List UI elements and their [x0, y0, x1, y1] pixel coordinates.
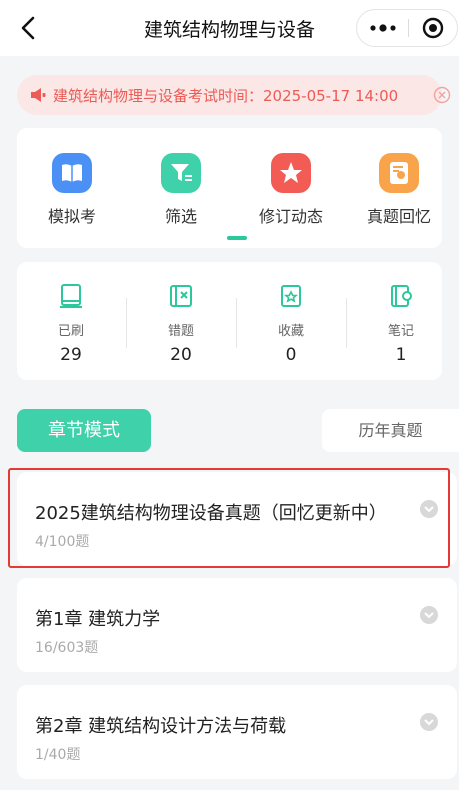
stat-value: 20: [170, 345, 192, 365]
chapter-progress: 16/603题: [35, 640, 99, 656]
feature-label: 模拟考: [47, 207, 96, 226]
tab-chapter-mode[interactable]: 章节模式: [17, 409, 151, 452]
feature-label: 真题回忆: [366, 207, 431, 226]
chapter-progress: 1/40题: [35, 747, 81, 763]
stat-label: 错题: [167, 324, 194, 339]
divider: [346, 298, 347, 348]
close-target-icon[interactable]: [409, 10, 457, 46]
stat-notes[interactable]: 笔记 1: [361, 282, 441, 365]
page-indicator: [227, 236, 247, 240]
book-icon: [52, 153, 92, 193]
exam-notice-bar[interactable]: 建筑结构物理与设备考试时间：2025-05-17 14:00: [17, 75, 451, 115]
stat-collect[interactable]: 收藏 0: [251, 282, 331, 365]
stat-value: 1: [395, 345, 407, 365]
note-icon: [391, 285, 412, 307]
feature-label: 修订动态: [258, 207, 323, 226]
highlight-box: [8, 468, 450, 568]
stat-label: 笔记: [387, 324, 414, 339]
stat-label: 收藏: [277, 324, 304, 339]
filter-icon: [161, 153, 201, 193]
tab-past-exams[interactable]: 历年真题: [322, 409, 459, 452]
notice-text: 建筑结构物理与设备考试时间：2025-05-17 14:00: [53, 87, 399, 105]
speaker-icon: [31, 88, 46, 102]
feature-recall[interactable]: 真题回忆: [354, 153, 444, 227]
chapter-title: 第2章 建筑结构设计方法与荷载: [35, 716, 287, 737]
stat-value: 0: [285, 345, 297, 365]
mini-program-capsule: [356, 9, 458, 47]
feature-revision[interactable]: 修订动态: [246, 153, 336, 227]
book-outline-icon: [60, 284, 82, 308]
divider: [236, 298, 237, 348]
star-icon: [271, 153, 311, 193]
paper-icon: [379, 153, 419, 193]
chapter-item[interactable]: 第2章 建筑结构设计方法与荷载 1/40题: [17, 685, 457, 779]
chevron-down-icon[interactable]: [419, 605, 439, 625]
collect-icon: [281, 285, 301, 307]
divider: [126, 298, 127, 348]
stat-label: 已刷: [57, 324, 84, 339]
chapter-item[interactable]: 第1章 建筑力学 16/603题: [17, 578, 457, 672]
feature-grid: 模拟考 筛选 修订动态 真题回忆: [17, 128, 442, 248]
stat-value: 29: [60, 345, 82, 365]
feature-mock-exam[interactable]: 模拟考: [27, 153, 117, 227]
nav-bar: 建筑结构物理与设备: [0, 0, 459, 56]
more-icon[interactable]: [357, 10, 407, 46]
feature-filter[interactable]: 筛选: [136, 153, 226, 227]
chapter-title: 第1章 建筑力学: [35, 609, 161, 630]
chevron-down-icon[interactable]: [419, 712, 439, 732]
stat-wrong[interactable]: 错题 20: [141, 282, 221, 365]
stat-done[interactable]: 已刷 29: [31, 282, 111, 365]
close-notice-icon[interactable]: [432, 85, 452, 105]
stats-panel: 已刷 29 错题 20 收藏 0 笔记 1: [17, 262, 442, 380]
wrong-icon: [170, 285, 192, 307]
feature-label: 筛选: [164, 207, 197, 226]
